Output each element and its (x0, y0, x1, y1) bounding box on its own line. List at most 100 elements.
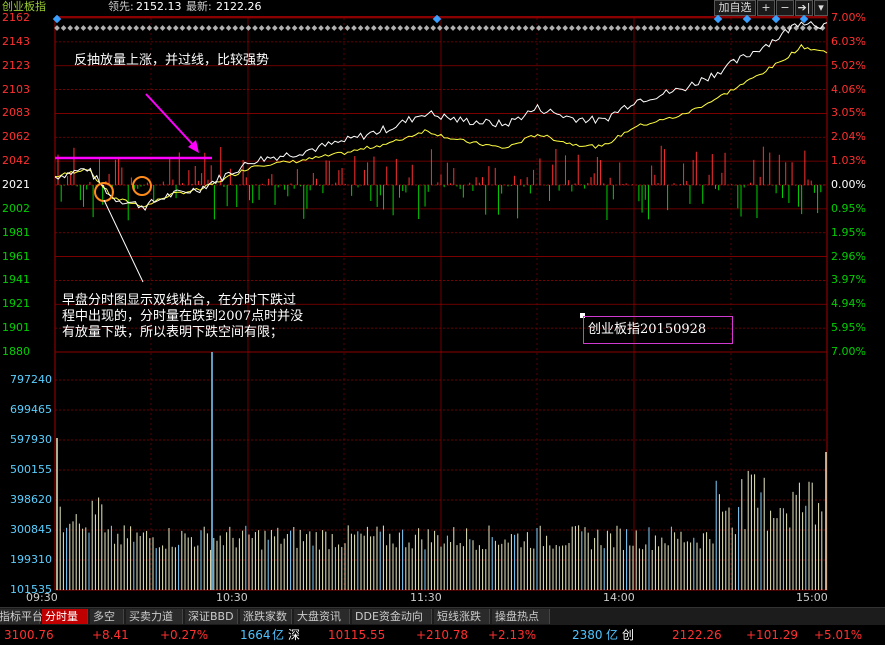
marker-diamond (120, 25, 126, 31)
volume-axis-label: 300845 (10, 523, 52, 536)
marker-diamond (542, 25, 549, 31)
marker-diamond (377, 25, 384, 31)
marker-diamond (238, 25, 245, 31)
marker-diamond (106, 25, 113, 31)
marker-diamond (568, 25, 575, 31)
time-axis-label: 09:30 (26, 591, 58, 604)
cy-unit: 亿 (606, 628, 619, 642)
price-axis-label: 2143 (2, 34, 30, 48)
annotation-bottom-1: 早盘分时图显示双线粘合，在分时下跌过 (62, 293, 297, 308)
marker-diamond (113, 25, 120, 31)
marker-diamond (225, 25, 232, 31)
marker-diamond (595, 25, 602, 31)
indicator-tab-bar: 指标平台 分时量 多空 买卖力道 深证BBD 涨跌家数 大盘资讯 DDE资金动向 短线涨跌 操盘热… (0, 607, 885, 625)
marker-diamond (740, 25, 747, 31)
marker-strip (55, 16, 827, 18)
marker-diamond (258, 25, 265, 31)
tab-3[interactable]: 买卖力道 (126, 609, 183, 624)
percent-axis-label: 4.06% (831, 82, 866, 96)
marker-diamond (403, 25, 410, 31)
marker-diamond (720, 25, 727, 31)
marker-diamond (502, 25, 509, 31)
marker-diamond (436, 25, 443, 31)
tab-4[interactable]: 深证BBD (185, 609, 238, 624)
marker-diamond (80, 25, 87, 31)
marker-diamond (628, 25, 635, 31)
percent-axis-label: 2.96% (831, 249, 866, 263)
top-bar: 创业板指 领先: 2152.13 最新: 2122.26 加自选 + − ➔| … (0, 0, 885, 16)
highlight-circle-1 (94, 182, 114, 202)
tab-9[interactable]: 操盘热点 (492, 609, 550, 624)
event-markers (52, 15, 827, 31)
marker-diamond (410, 25, 417, 31)
lead-label: 领先: (108, 0, 134, 13)
percent-axis-label: 3.05% (831, 106, 866, 120)
time-axis-label: 14:00 (603, 591, 635, 604)
marker-diamond (694, 25, 701, 31)
marker-diamond (331, 25, 338, 31)
marker-diamond (291, 25, 298, 31)
sh-amount: 1664 (240, 628, 271, 642)
annotation-bottom-3: 有放量下跌，所以表明下跌空间有限； (62, 325, 284, 340)
marker-diamond (661, 25, 668, 31)
marker-diamond (489, 25, 496, 31)
zoom-in-button[interactable]: + (757, 0, 775, 16)
marker-diamond (469, 25, 476, 31)
marker-diamond (687, 25, 694, 31)
annotation-bottom-2: 程中出现的，分时量在跌到2007点时并没 (62, 309, 304, 324)
marker-diamond (450, 25, 456, 31)
marker-diamond (100, 25, 107, 31)
tab-7[interactable]: DDE资金动向 (352, 609, 432, 624)
cy-amount: 2380 (572, 628, 603, 642)
time-axis-label: 15:00 (796, 591, 828, 604)
tab-5[interactable]: 涨跌家数 (240, 609, 292, 624)
volume-axis-label: 797240 (10, 373, 52, 386)
marker-diamond (212, 25, 219, 31)
price-axis-label: 1981 (2, 225, 30, 239)
marker-diamond (311, 25, 318, 31)
marker-diamond (588, 25, 595, 31)
marker-diamond (232, 25, 239, 31)
marker-diamond (370, 25, 377, 31)
sh-pct: +0.27% (160, 628, 209, 642)
tab-8[interactable]: 短线涨跌 (434, 609, 490, 624)
marker-diamond (245, 25, 252, 31)
cy-name: 创 (622, 628, 635, 642)
price-axis-label: 2042 (2, 154, 30, 168)
marker-diamond (456, 25, 463, 31)
percent-axis-label: 5.02% (831, 58, 866, 72)
add-favorite-button[interactable]: 加自选 (714, 0, 756, 16)
tab-1[interactable]: 分时量 (42, 609, 88, 624)
marker-diamond (133, 25, 140, 31)
percent-axis-label: 0.95% (831, 201, 866, 215)
marker-diamond (430, 25, 437, 31)
dropdown-button[interactable]: ▾ (814, 0, 828, 16)
marker-diamond (766, 25, 773, 31)
sz-name: 深 (288, 628, 301, 642)
marker-diamond (621, 25, 628, 31)
marker-diamond (681, 25, 687, 31)
marker-diamond (608, 25, 615, 31)
tab-0[interactable]: 指标平台 (0, 609, 43, 624)
price-axis-label: 2021 (2, 178, 30, 191)
price-axis-label: 1921 (2, 297, 30, 311)
market-status-bar: 3100.76 +8.41 +0.27% 1664 亿 深 10115.55 +… (0, 625, 885, 645)
cy-change: +101.29 (746, 628, 799, 642)
marker-diamond (476, 25, 483, 31)
zoom-out-button[interactable]: − (776, 0, 794, 16)
marker-diamond (575, 25, 582, 31)
marker-diamond (443, 25, 450, 31)
tab-6[interactable]: 大盘资讯 (294, 609, 350, 624)
marker-diamond (773, 25, 780, 31)
marker-diamond (496, 25, 503, 31)
marker-diamond (733, 25, 740, 31)
price-axis-label: 2162 (2, 11, 30, 24)
tab-2[interactable]: 多空 (90, 609, 124, 624)
sz-index: 10115.55 (328, 628, 386, 642)
annotation-top: 反抽放量上涨，并过线，比较强势 (74, 53, 270, 68)
marker-diamond (205, 25, 212, 31)
marker-diamond (153, 25, 159, 31)
sh-unit: 亿 (272, 628, 285, 642)
marker-diamond (146, 25, 153, 31)
jump-end-button[interactable]: ➔| (795, 0, 813, 16)
